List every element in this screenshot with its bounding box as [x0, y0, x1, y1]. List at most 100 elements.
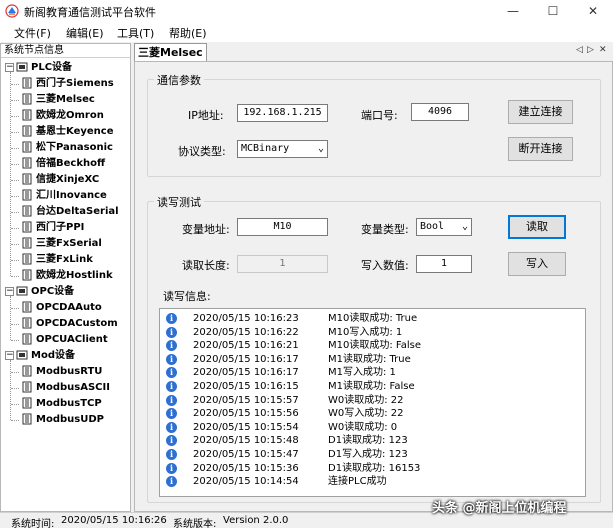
- tree-item-label: 倍福Beckhoff: [36, 158, 106, 169]
- log-message: M10读取成功: False: [328, 340, 422, 352]
- tree-item[interactable]: 松下Panasonic: [21, 140, 113, 156]
- tree-connector: [11, 244, 19, 245]
- tree-item-label: 西门子Siemens: [36, 78, 114, 89]
- close-button[interactable]: ✕: [573, 0, 613, 22]
- ip-input[interactable]: 192.168.1.215: [237, 104, 328, 122]
- tree-item-label: 三菱Melsec: [36, 94, 95, 105]
- rw-log-list[interactable]: i 2020/05/15 10:16:23 M10读取成功: True i 2020/0…: [159, 308, 586, 497]
- disconnect-button[interactable]: 断开连接: [508, 137, 573, 161]
- log-time: 2020/05/15 10:15:48: [193, 435, 299, 447]
- menu-tools[interactable]: 工具(T): [117, 25, 154, 41]
- log-message: M10读取成功: True: [328, 313, 418, 324]
- log-row: i 2020/05/15 10:15:56 W0写入成功: 22: [160, 407, 585, 420]
- menu-edit[interactable]: 编辑(E): [66, 25, 104, 41]
- protocol-select[interactable]: MCBinary ⌄: [237, 140, 328, 158]
- write-button[interactable]: 写入: [508, 252, 566, 276]
- maximize-button[interactable]: ☐: [533, 0, 573, 22]
- tree-item[interactable]: 三菱FxLink: [21, 252, 93, 268]
- tree-item[interactable]: 基恩士Keyence: [21, 124, 114, 140]
- tree-group-2[interactable]: − Mod设备: [5, 348, 75, 364]
- plc-device-icon: [22, 237, 32, 249]
- log-row: i 2020/05/15 10:16:22 M10写入成功: 1: [160, 326, 585, 339]
- tree-item[interactable]: OPCUAClient: [21, 332, 108, 348]
- watermark: 头条 @新阁上位机编程: [432, 501, 567, 516]
- tree-item-label: 汇川Inovance: [36, 190, 107, 201]
- menu-file[interactable]: 文件(F): [14, 25, 51, 41]
- log-message: W0读取成功: 22: [328, 394, 404, 406]
- tree-item[interactable]: ModbusUDP: [21, 412, 104, 428]
- plc-device-icon: [22, 77, 32, 89]
- node-tree-title: 系统节点信息: [1, 44, 130, 58]
- plc-device-icon: [22, 173, 32, 185]
- info-icon: i: [166, 421, 177, 433]
- log-time: 2020/05/15 10:15:54: [193, 421, 299, 433]
- var-type-select[interactable]: Bool ⌄: [416, 218, 472, 236]
- tree-item[interactable]: 西门子Siemens: [21, 76, 114, 92]
- plc-device-icon: [22, 109, 32, 121]
- tree-connector: [11, 100, 19, 101]
- plc-device-icon: [22, 413, 32, 425]
- tree-item[interactable]: 西门子PPI: [21, 220, 84, 236]
- log-time: 2020/05/15 10:16:17: [193, 353, 299, 365]
- write-value-input[interactable]: 1: [416, 255, 472, 273]
- var-addr-label: 变量地址:: [182, 223, 230, 236]
- tree-item[interactable]: OPCDAAuto: [21, 300, 102, 316]
- port-input[interactable]: 4096: [411, 103, 469, 121]
- tree-item[interactable]: ModbusRTU: [21, 364, 102, 380]
- tree-group-label: Mod设备: [31, 350, 75, 361]
- info-icon: i: [166, 476, 177, 488]
- log-time: 2020/05/15 10:14:54: [193, 476, 299, 488]
- plc-device-icon: [22, 93, 32, 105]
- tree-group-label: OPC设备: [31, 286, 75, 297]
- var-addr-input[interactable]: M10: [237, 218, 328, 236]
- log-row: i 2020/05/15 10:15:47 D1写入成功: 123: [160, 448, 585, 461]
- var-type-label: 变量类型:: [361, 223, 409, 236]
- log-time: 2020/05/15 10:16:17: [193, 367, 299, 379]
- read-button[interactable]: 读取: [508, 215, 566, 239]
- tree-item-label: 三菱FxLink: [36, 254, 93, 265]
- tab-melsec[interactable]: 三菱Melsec: [134, 43, 207, 61]
- log-row: i 2020/05/15 10:16:23 M10读取成功: True: [160, 312, 585, 325]
- tree-item-label: 基恩士Keyence: [36, 126, 114, 137]
- log-message: M10写入成功: 1: [328, 326, 403, 338]
- tree-item-label: 欧姆龙Omron: [36, 110, 104, 121]
- tree-item[interactable]: 三菱FxSerial: [21, 236, 102, 252]
- tree-item[interactable]: ModbusTCP: [21, 396, 102, 412]
- tree-connector: [11, 196, 19, 197]
- tree-item[interactable]: 信捷XinjeXC: [21, 172, 99, 188]
- device-group-icon: [16, 286, 28, 296]
- tree-item[interactable]: OPCDACustom: [21, 316, 118, 332]
- tree-item[interactable]: ModbusASCII: [21, 380, 110, 396]
- port-label: 端口号:: [361, 109, 398, 122]
- system-time-value: 2020/05/15 10:16:26: [61, 515, 167, 526]
- log-message: M1读取成功: True: [328, 353, 411, 365]
- collapse-icon[interactable]: −: [5, 286, 14, 296]
- minimize-button[interactable]: —: [493, 0, 533, 22]
- tree-item[interactable]: 倍福Beckhoff: [21, 156, 105, 172]
- tree-item-label: 三菱FxSerial: [36, 238, 102, 249]
- tree-group-1[interactable]: − OPC设备: [5, 284, 74, 300]
- plc-device-icon: [22, 189, 32, 201]
- connect-button[interactable]: 建立连接: [508, 100, 573, 124]
- tree-item[interactable]: 三菱Melsec: [21, 92, 95, 108]
- tree-connector: [11, 308, 19, 309]
- menu-help[interactable]: 帮助(E): [169, 25, 207, 41]
- collapse-icon[interactable]: −: [5, 350, 14, 360]
- plc-device-icon: [22, 365, 32, 377]
- tree-group-0[interactable]: − PLC设备: [5, 60, 72, 76]
- tree-item-label: 欧姆龙Hostlink: [36, 270, 113, 281]
- tree-connector: [11, 148, 19, 149]
- protocol-label: 协议类型:: [178, 145, 226, 158]
- collapse-icon[interactable]: −: [5, 62, 14, 72]
- ip-label: IP地址:: [188, 109, 224, 122]
- tab-prev-icon[interactable]: ◁: [576, 45, 583, 55]
- tree-item[interactable]: 欧姆龙Omron: [21, 108, 104, 124]
- rw-test-title: 读写测试: [154, 194, 204, 210]
- tree-item[interactable]: 台达DeltaSerial: [21, 204, 119, 220]
- tree-connector: [10, 360, 11, 420]
- tree-item[interactable]: 汇川Inovance: [21, 188, 107, 204]
- tab-next-icon[interactable]: ▷: [587, 45, 594, 55]
- comm-params-group: 通信参数 IP地址: 192.168.1.215 端口号: 4096 建立连接 …: [147, 72, 601, 177]
- tab-close-icon[interactable]: ✕: [599, 45, 607, 55]
- tree-item[interactable]: 欧姆龙Hostlink: [21, 268, 113, 284]
